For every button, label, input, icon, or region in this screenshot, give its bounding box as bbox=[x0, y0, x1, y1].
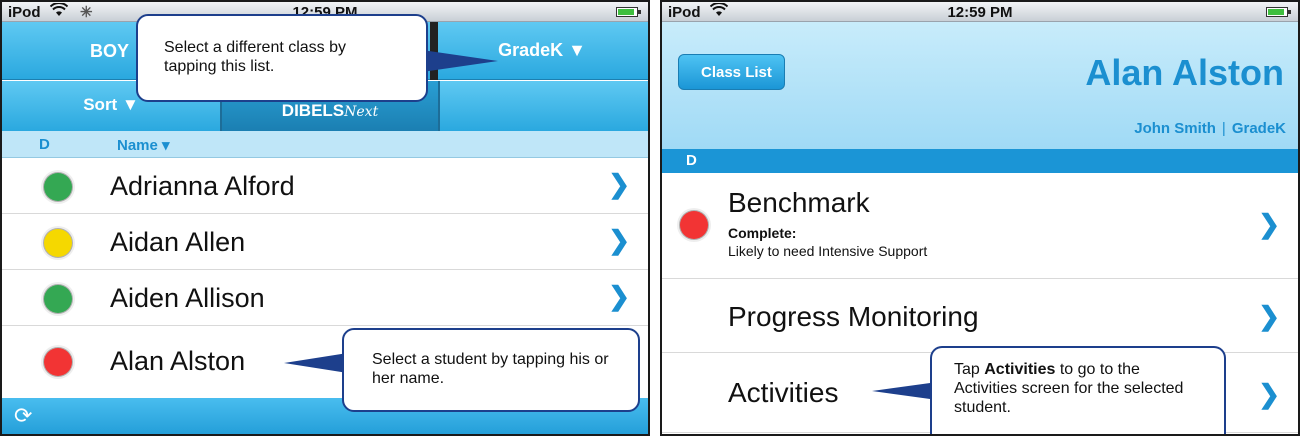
callout-activities-hint: Tap Activities to go to the Activities s… bbox=[930, 346, 1226, 434]
list-item[interactable]: Aidan Allen ❯ bbox=[2, 214, 648, 270]
list-item[interactable]: Adrianna Alford ❯ bbox=[2, 158, 648, 214]
benchmark-status-label: Complete: bbox=[728, 225, 797, 241]
row-title: Activities bbox=[728, 377, 839, 408]
benchmark-row[interactable]: Benchmark Complete: Likely to need Inten… bbox=[662, 173, 1298, 279]
callout-student-hint: Select a student by tapping his or her n… bbox=[342, 328, 640, 412]
grade-dropdown[interactable]: GradeK ▼ bbox=[498, 40, 586, 61]
student-detail-screen: iPod 12:59 PM Class List Alan Alston Joh… bbox=[660, 0, 1300, 436]
list-item[interactable]: Aiden Allison ❯ bbox=[2, 270, 648, 326]
status-time: 12:59 PM bbox=[947, 4, 1013, 21]
chevron-right-icon: ❯ bbox=[1258, 301, 1280, 331]
column-header-d: D bbox=[39, 136, 50, 153]
chevron-right-icon: ❯ bbox=[1258, 209, 1280, 239]
class-period-label[interactable]: BOY bbox=[90, 41, 129, 62]
dibels-logo-suffix: Next bbox=[344, 104, 379, 120]
dibels-logo-text: DIBELS bbox=[281, 101, 345, 120]
chevron-right-icon: ❯ bbox=[608, 225, 630, 255]
row-title: Progress Monitoring bbox=[728, 301, 979, 332]
teacher-grade-label: John Smith | GradeK bbox=[1134, 120, 1286, 137]
benchmark-status-detail: Likely to need Intensive Support bbox=[728, 243, 928, 259]
sync-icon[interactable]: ⟳ bbox=[14, 403, 32, 429]
teacher-name: John Smith bbox=[1134, 120, 1216, 137]
status-bar: iPod 12:59 PM bbox=[662, 2, 1298, 22]
student-name: Adrianna Alford bbox=[110, 171, 295, 201]
student-name-title: Alan Alston bbox=[1085, 52, 1284, 93]
battery-icon bbox=[616, 7, 641, 17]
list-header: D Name ▾ bbox=[2, 131, 648, 158]
chevron-right-icon: ❯ bbox=[608, 281, 630, 311]
student-name: Aiden Allison bbox=[110, 283, 265, 313]
callout-text-bold: Activities bbox=[984, 361, 1056, 378]
chevron-right-icon: ❯ bbox=[1258, 379, 1280, 409]
row-title: Benchmark bbox=[728, 187, 870, 218]
progress-monitoring-row[interactable]: Progress Monitoring ❯ bbox=[662, 279, 1298, 353]
grade-label: GradeK bbox=[1231, 120, 1286, 137]
status-dot-red bbox=[680, 211, 708, 239]
class-list-back-button[interactable]: Class List bbox=[678, 54, 785, 90]
student-name: Alan Alston bbox=[110, 346, 246, 376]
status-dot-green bbox=[44, 173, 72, 201]
callout-class-hint: Select a different class by tapping this… bbox=[136, 14, 428, 102]
battery-icon bbox=[1266, 7, 1291, 17]
status-dot-green bbox=[44, 285, 72, 313]
student-name: Aidan Allen bbox=[110, 227, 246, 257]
column-header-name[interactable]: Name ▾ bbox=[117, 136, 170, 154]
status-dot-yellow bbox=[44, 229, 72, 257]
class-list-screen: iPod ✳ 12:59 PM BOY GradeK ▼ Sort ▼ DIBE… bbox=[0, 0, 650, 436]
section-header-d: D bbox=[686, 152, 697, 169]
chevron-right-icon: ❯ bbox=[608, 169, 630, 199]
section-header: D bbox=[662, 149, 1298, 173]
callout-text-prefix: Tap bbox=[954, 361, 985, 378]
status-dot-red bbox=[44, 348, 72, 376]
callout-pointer bbox=[422, 50, 498, 72]
